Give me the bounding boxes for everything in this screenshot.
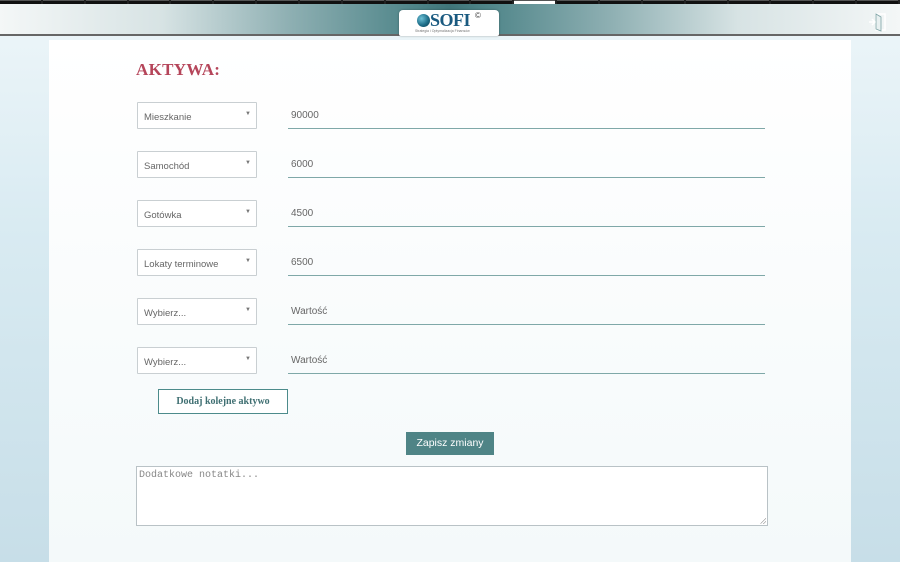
notes-textarea[interactable]: Dodatkowe notatki...: [136, 466, 768, 526]
asset-value-input[interactable]: 6000: [288, 151, 765, 178]
asset-value-input[interactable]: 6500: [288, 249, 765, 276]
main-panel: AKTYWA: Mieszkanie ▼ 90000 Samochód ▼ 6000 Got…: [49, 40, 851, 562]
asset-category-label: Gotówka: [144, 210, 182, 221]
asset-row: Gotówka ▼ 4500: [49, 200, 851, 230]
asset-category-label: Wybierz...: [144, 357, 187, 368]
save-button[interactable]: Zapisz zmiany: [406, 432, 494, 455]
asset-category-select[interactable]: Wybierz... ▼: [137, 298, 257, 325]
asset-value-text: Wartość: [291, 306, 328, 317]
asset-category-label: Wybierz...: [144, 308, 187, 319]
asset-category-select[interactable]: Samochód ▼: [137, 151, 257, 178]
asset-category-label: Mieszkanie: [144, 112, 192, 123]
page-title: AKTYWA:: [136, 60, 221, 79]
resize-grip-icon[interactable]: [760, 518, 766, 524]
asset-category-label: Samochód: [144, 161, 190, 172]
asset-row: Samochód ▼ 6000: [49, 151, 851, 181]
asset-value-text: 4500: [291, 208, 314, 219]
asset-value-input[interactable]: Wartość: [288, 298, 765, 325]
asset-category-select[interactable]: Mieszkanie ▼: [137, 102, 257, 129]
asset-category-label: Lokaty terminowe: [144, 259, 219, 270]
exit-door-icon[interactable]: [868, 12, 888, 32]
dropdown-arrow-icon: ▼: [245, 307, 251, 313]
dropdown-arrow-icon: ▼: [245, 160, 251, 166]
dropdown-arrow-icon: ▼: [245, 111, 251, 117]
asset-value-text: 6000: [291, 159, 314, 170]
add-asset-button[interactable]: Dodaj kolejne aktywo: [158, 389, 288, 414]
globe-icon: [417, 14, 430, 27]
header-bar: SOFI © Strategia i Optymalizacja Finansó…: [0, 4, 900, 36]
asset-row: Wybierz... ▼ Wartość: [49, 347, 851, 377]
asset-value-text: Wartość: [291, 355, 328, 366]
logo-subtitle: Strategia i Optymalizacja Finansów: [415, 29, 470, 33]
asset-row: Wybierz... ▼ Wartość: [49, 298, 851, 328]
dropdown-arrow-icon: ▼: [245, 209, 251, 215]
asset-value-input[interactable]: 90000: [288, 102, 765, 129]
sofi-logo[interactable]: SOFI © Strategia i Optymalizacja Finansó…: [399, 10, 499, 36]
asset-value-input[interactable]: 4500: [288, 200, 765, 227]
asset-category-select[interactable]: Wybierz... ▼: [137, 347, 257, 374]
asset-value-text: 6500: [291, 257, 314, 268]
asset-row: Mieszkanie ▼ 90000: [49, 102, 851, 132]
logo-copyright: ©: [475, 11, 481, 20]
dropdown-arrow-icon: ▼: [245, 356, 251, 362]
asset-value-text: 90000: [291, 110, 319, 121]
asset-category-select[interactable]: Gotówka ▼: [137, 200, 257, 227]
asset-row: Lokaty terminowe ▼ 6500: [49, 249, 851, 279]
notes-placeholder: Dodatkowe notatki...: [139, 470, 260, 481]
asset-category-select[interactable]: Lokaty terminowe ▼: [137, 249, 257, 276]
logo-text: SOFI: [430, 10, 471, 30]
asset-value-input[interactable]: Wartość: [288, 347, 765, 374]
dropdown-arrow-icon: ▼: [245, 258, 251, 264]
